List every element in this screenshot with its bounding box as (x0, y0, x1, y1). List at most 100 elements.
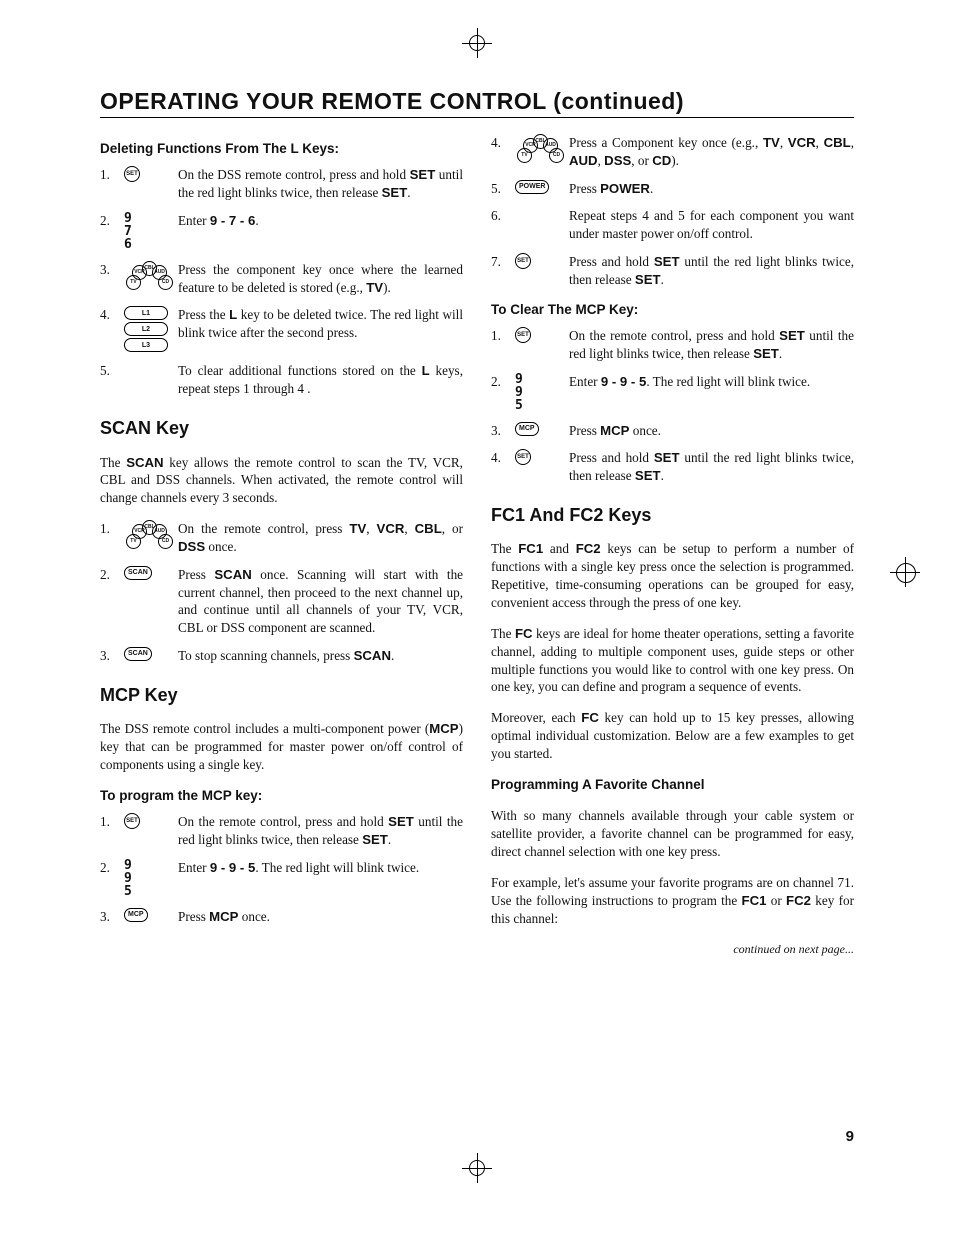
step-mcp-3: 3. MCP Press MCP once. (100, 908, 463, 926)
section-mcp: MCP Key (100, 683, 463, 707)
step-c4: 4. SET Press and hold SET until the red … (491, 449, 854, 485)
l-keys: L1 L2 L3 (124, 306, 168, 352)
step-num: 3. (100, 908, 114, 926)
step-scan-2: 2. SCAN Press SCAN once. Scanning will s… (100, 566, 463, 637)
step-num: 1. (491, 327, 505, 345)
subhead-fav-channel: Programming A Favorite Channel (491, 776, 854, 794)
step-text: To clear additional functions stored on … (178, 362, 463, 398)
step-c3: 3. MCP Press MCP once. (491, 422, 854, 440)
step-text: Press MCP once. (569, 422, 854, 440)
scan-key-icon: SCAN (124, 566, 168, 580)
component-key-arc: TV VCR CBL AUD CD (124, 261, 168, 289)
mcp-key: MCP (124, 908, 148, 922)
component-key-arc: TV VCR CBL AUD CD (124, 520, 168, 548)
page-title: OPERATING YOUR REMOTE CONTROL (continued… (100, 88, 854, 118)
set-key: SET (515, 449, 531, 465)
mcp-key: MCP (515, 422, 539, 436)
step-mcp-1: 1. SET On the remote control, press and … (100, 813, 463, 849)
step-text: Enter 9 - 9 - 5. The red light will blin… (178, 859, 463, 877)
column-left: Deleting Functions From The L Keys: 1. S… (100, 128, 463, 957)
step-text: On the remote control, press TV, VCR, CB… (178, 520, 463, 556)
step-r5: 5. POWER Press POWER. (491, 180, 854, 198)
set-key-icon: SET (124, 166, 168, 182)
fav-para-2: For example, let's assume your favorite … (491, 874, 854, 927)
step-text: Enter 9 - 9 - 5. The red light will blin… (569, 373, 854, 391)
subhead-mcp-program: To program the MCP key: (100, 787, 463, 805)
fc-para-1: The FC1 and FC2 keys can be setup to per… (491, 540, 854, 611)
digits-995: 9 9 5 (515, 373, 559, 412)
set-key-icon: SET (124, 813, 168, 829)
fc-para-2: The FC keys are ideal for home theater o… (491, 625, 854, 696)
step-num: 1. (100, 813, 114, 831)
l3-key: L3 (124, 338, 168, 352)
digits-995: 9 9 5 (124, 859, 168, 898)
step-r4: 4. TV VCR CBL AUD CD Press a Component k… (491, 134, 854, 170)
digits-976: 9 7 6 (124, 212, 168, 251)
set-key: SET (124, 813, 140, 829)
step-del-5: 5. To clear additional functions stored … (100, 362, 463, 398)
set-key: SET (515, 327, 531, 343)
step-num: 2. (100, 566, 114, 584)
continued-note: continued on next page... (491, 941, 854, 957)
step-del-4: 4. L1 L2 L3 Press the L key to be delete… (100, 306, 463, 352)
step-del-2: 2. 9 7 6 Enter 9 - 7 - 6. (100, 212, 463, 251)
l2-key: L2 (124, 322, 168, 336)
step-r7: 7. SET Press and hold SET until the red … (491, 253, 854, 289)
step-c2: 2. 9 9 5 Enter 9 - 9 - 5. The red light … (491, 373, 854, 412)
step-text: On the remote control, press and hold SE… (178, 813, 463, 849)
subhead-clear-mcp: To Clear The MCP Key: (491, 301, 854, 319)
step-num: 2. (100, 859, 114, 877)
step-num: 5. (491, 180, 505, 198)
scan-intro: The SCAN key allows the remote control t… (100, 454, 463, 507)
step-num: 3. (100, 647, 114, 665)
page: OPERATING YOUR REMOTE CONTROL (continued… (0, 0, 954, 1235)
step-num: 6. (491, 207, 505, 225)
fav-para-1: With so many channels available through … (491, 807, 854, 860)
scan-key: SCAN (124, 647, 152, 661)
crop-mark-bottom (462, 1153, 492, 1183)
step-num: 2. (491, 373, 505, 391)
step-num: 1. (100, 520, 114, 538)
power-key: POWER (515, 180, 549, 194)
l1-key: L1 (124, 306, 168, 320)
subhead-deleting: Deleting Functions From The L Keys: (100, 140, 463, 158)
step-scan-1: 1. TV VCR CBL AUD CD On the remote contr… (100, 520, 463, 556)
fc-para-3: Moreover, each FC key can hold up to 15 … (491, 709, 854, 762)
mcp-key-icon: MCP (515, 422, 559, 436)
mcp-key-icon: MCP (124, 908, 168, 922)
step-text: To stop scanning channels, press SCAN. (178, 647, 463, 665)
set-key: SET (515, 253, 531, 269)
step-text: On the remote control, press and hold SE… (569, 327, 854, 363)
set-key: SET (124, 166, 140, 182)
step-del-3: 3. TV VCR CBL AUD CD Press the component… (100, 261, 463, 297)
step-scan-3: 3. SCAN To stop scanning channels, press… (100, 647, 463, 665)
set-key-icon: SET (515, 449, 559, 465)
step-text: Press and hold SET until the red light b… (569, 449, 854, 485)
step-mcp-2: 2. 9 9 5 Enter 9 - 9 - 5. The red light … (100, 859, 463, 898)
set-key-icon: SET (515, 327, 559, 343)
scan-key: SCAN (124, 566, 152, 580)
step-text: On the DSS remote control, press and hol… (178, 166, 463, 202)
page-number: 9 (846, 1128, 854, 1145)
step-num: 5. (100, 362, 114, 380)
step-num: 4. (100, 306, 114, 324)
power-key-icon: POWER (515, 180, 559, 194)
step-num: 7. (491, 253, 505, 271)
step-text: Press SCAN once. Scanning will start wit… (178, 566, 463, 637)
section-scan: SCAN Key (100, 416, 463, 440)
step-num: 1. (100, 166, 114, 184)
component-key-arc: TV VCR CBL AUD CD (515, 134, 559, 162)
step-text: Press the component key once where the l… (178, 261, 463, 297)
step-text: Repeat steps 4 and 5 for each component … (569, 207, 854, 243)
crop-mark-top (462, 28, 492, 58)
section-fc: FC1 And FC2 Keys (491, 503, 854, 527)
step-num: 2. (100, 212, 114, 230)
step-text: Press POWER. (569, 180, 854, 198)
mcp-intro: The DSS remote control includes a multi-… (100, 720, 463, 773)
step-num: 4. (491, 134, 505, 152)
step-r6: 6. Repeat steps 4 and 5 for each compone… (491, 207, 854, 243)
step-text: Press a Component key once (e.g., TV, VC… (569, 134, 854, 170)
registration-right (890, 557, 920, 587)
step-c1: 1. SET On the remote control, press and … (491, 327, 854, 363)
step-del-1: 1. SET On the DSS remote control, press … (100, 166, 463, 202)
